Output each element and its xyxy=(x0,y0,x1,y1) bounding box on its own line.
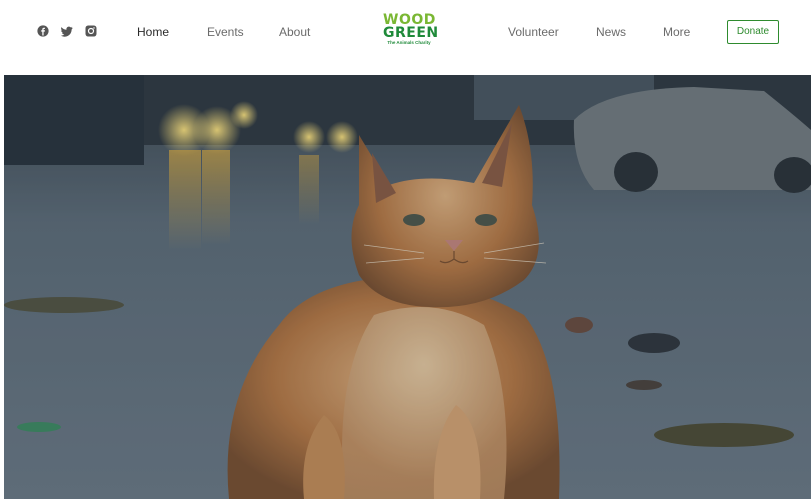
social-links xyxy=(37,25,97,37)
nav-link-home[interactable]: Home xyxy=(137,24,169,40)
facebook-icon[interactable] xyxy=(37,25,49,37)
page: Home Events About WOOD GREEN The Animals… xyxy=(0,0,811,499)
donate-button[interactable]: Donate xyxy=(727,20,779,44)
twitter-icon[interactable] xyxy=(61,25,73,37)
hero-photo-kitten xyxy=(4,75,811,499)
nav-link-events[interactable]: Events xyxy=(207,24,244,40)
hero-image xyxy=(4,75,811,499)
nav-link-more[interactable]: More xyxy=(663,24,690,40)
site-logo[interactable]: WOOD GREEN The Animals Charity xyxy=(383,13,439,50)
logo-wordmark-line2: GREEN xyxy=(383,25,439,41)
site-header: Home Events About WOOD GREEN The Animals… xyxy=(0,0,811,75)
nav-link-news[interactable]: News xyxy=(596,24,626,40)
nav-link-about[interactable]: About xyxy=(279,24,310,40)
logo-tagline: The Animals Charity xyxy=(387,40,431,45)
nav-link-volunteer[interactable]: Volunteer xyxy=(508,24,559,40)
instagram-icon[interactable] xyxy=(85,25,97,37)
